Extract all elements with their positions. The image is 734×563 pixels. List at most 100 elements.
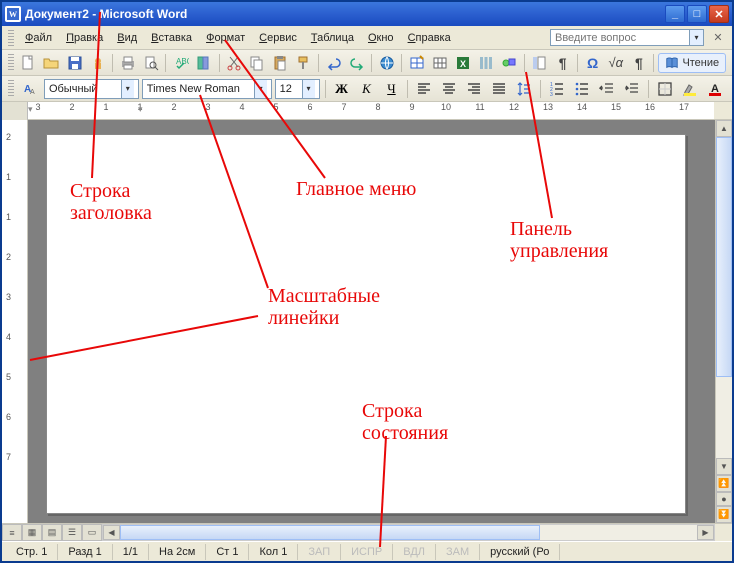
cut-icon[interactable]	[224, 52, 245, 74]
pilcrow2-icon[interactable]: ¶	[628, 52, 649, 74]
tables-borders-icon[interactable]	[406, 52, 427, 74]
copy-icon[interactable]	[247, 52, 268, 74]
styles-pane-icon[interactable]: AA	[19, 78, 41, 100]
horizontal-ruler[interactable]: 3211234567891011121314151617▾▾	[2, 102, 732, 120]
hscroll-row: ≡ ▦ ▤ ☰ ▭ ◀ ▶	[2, 523, 732, 541]
preview-icon[interactable]	[140, 52, 161, 74]
excel-icon[interactable]: X	[453, 52, 474, 74]
indent-icon[interactable]	[621, 78, 643, 100]
grip-icon	[8, 54, 14, 72]
open-icon[interactable]	[41, 52, 62, 74]
format-painter-icon[interactable]	[293, 52, 314, 74]
spellcheck-icon[interactable]: ABC	[170, 52, 191, 74]
size-combo[interactable]: 12▾	[275, 79, 320, 99]
print-view-icon[interactable]: ▤	[42, 524, 62, 541]
svg-text:3: 3	[550, 92, 553, 97]
align-justify-icon[interactable]	[488, 78, 510, 100]
reading-layout-button[interactable]: Чтение	[658, 53, 726, 73]
prev-page-icon[interactable]: ⏫	[716, 475, 732, 492]
alpha-icon[interactable]: √α	[605, 52, 626, 74]
insert-table-icon[interactable]	[429, 52, 450, 74]
scroll-left-icon[interactable]: ◀	[103, 525, 120, 540]
status-at[interactable]: На 2см	[149, 544, 206, 560]
italic-button[interactable]: К	[356, 78, 378, 100]
highlight-icon[interactable]	[679, 78, 701, 100]
hyperlink-icon[interactable]	[376, 52, 397, 74]
menu-table[interactable]: Таблица	[304, 29, 361, 47]
status-ext[interactable]: ВДЛ	[393, 544, 436, 560]
scroll-thumb[interactable]	[716, 137, 732, 377]
chevron-down-icon: ▾	[121, 80, 134, 98]
status-col[interactable]: Кол 1	[249, 544, 298, 560]
menu-insert[interactable]: Вставка	[144, 29, 199, 47]
web-view-icon[interactable]: ▦	[22, 524, 42, 541]
ask-question-input[interactable]	[550, 29, 690, 46]
special-char-icon[interactable]: Ω	[582, 52, 603, 74]
print-icon[interactable]	[117, 52, 138, 74]
vertical-scrollbar[interactable]: ▲ ▼ ⏫ ● ⏬	[715, 120, 732, 523]
paste-icon[interactable]	[270, 52, 291, 74]
status-page[interactable]: Стр. 1	[6, 544, 58, 560]
size-value: 12	[280, 83, 292, 95]
normal-view-icon[interactable]: ≡	[2, 524, 22, 541]
status-line[interactable]: Ст 1	[206, 544, 249, 560]
reading-label: Чтение	[682, 57, 719, 69]
font-color-icon[interactable]: A	[704, 78, 726, 100]
reading-view-icon[interactable]: ▭	[82, 524, 102, 541]
show-marks-icon[interactable]: ¶	[552, 52, 573, 74]
status-rec[interactable]: ЗАП	[298, 544, 341, 560]
numbered-list-icon[interactable]: 123	[546, 78, 568, 100]
font-combo[interactable]: Times New Roman▾	[142, 79, 272, 99]
align-left-icon[interactable]	[413, 78, 435, 100]
status-ovr[interactable]: ЗАМ	[436, 544, 480, 560]
new-doc-icon[interactable]	[18, 52, 39, 74]
research-icon[interactable]	[194, 52, 215, 74]
doc-map-icon[interactable]	[529, 52, 550, 74]
menu-format[interactable]: Формат	[199, 29, 252, 47]
scroll-right-icon[interactable]: ▶	[697, 525, 714, 540]
align-center-icon[interactable]	[438, 78, 460, 100]
ask-dropdown-icon[interactable]: ▾	[690, 29, 704, 46]
doc-close-button[interactable]: ✕	[710, 30, 726, 46]
redo-icon[interactable]	[346, 52, 367, 74]
undo-icon[interactable]	[323, 52, 344, 74]
svg-text:W: W	[9, 10, 18, 19]
next-page-icon[interactable]: ⏬	[716, 506, 732, 523]
hscroll-thumb[interactable]	[120, 525, 540, 540]
menu-window[interactable]: Окно	[361, 29, 401, 47]
menu-view[interactable]: Вид	[110, 29, 144, 47]
maximize-button[interactable]: □	[687, 5, 707, 23]
scroll-up-icon[interactable]: ▲	[716, 120, 732, 137]
permission-icon[interactable]	[87, 52, 108, 74]
status-lang[interactable]: русский (Ро	[480, 544, 560, 560]
close-button[interactable]: ✕	[709, 5, 729, 23]
borders-icon[interactable]	[654, 78, 676, 100]
title-bar: W Документ2 - Microsoft Word _ □ ✕	[2, 2, 732, 26]
bold-button[interactable]: Ж	[331, 78, 353, 100]
columns-icon[interactable]	[476, 52, 497, 74]
horizontal-scrollbar[interactable]: ◀ ▶	[102, 524, 715, 541]
outline-view-icon[interactable]: ☰	[62, 524, 82, 541]
scroll-down-icon[interactable]: ▼	[716, 458, 732, 475]
menu-help[interactable]: Справка	[401, 29, 458, 47]
vertical-ruler[interactable]: 211234567	[2, 120, 28, 523]
status-pages[interactable]: 1/1	[113, 544, 149, 560]
status-section[interactable]: Разд 1	[58, 544, 112, 560]
underline-button[interactable]: Ч	[380, 78, 402, 100]
browse-object-icon[interactable]: ●	[716, 492, 732, 506]
outdent-icon[interactable]	[596, 78, 618, 100]
align-right-icon[interactable]	[463, 78, 485, 100]
formatting-toolbar: AA Обычный▾ Times New Roman▾ 12▾ Ж К Ч 1…	[2, 76, 732, 102]
document-page[interactable]	[46, 134, 686, 514]
save-icon[interactable]	[64, 52, 85, 74]
menu-file[interactable]: Файл	[18, 29, 59, 47]
bullet-list-icon[interactable]	[571, 78, 593, 100]
line-spacing-icon[interactable]	[513, 78, 535, 100]
minimize-button[interactable]: _	[665, 5, 685, 23]
menu-edit[interactable]: Правка	[59, 29, 110, 47]
style-combo[interactable]: Обычный▾	[44, 79, 139, 99]
status-trk[interactable]: ИСПР	[341, 544, 393, 560]
menu-tools[interactable]: Сервис	[252, 29, 304, 47]
word-icon: W	[5, 6, 21, 22]
drawing-icon[interactable]	[499, 52, 520, 74]
